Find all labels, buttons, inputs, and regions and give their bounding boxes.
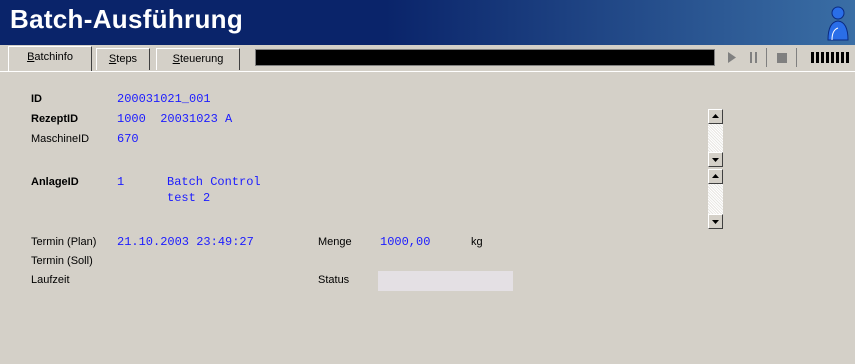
arrow-up-icon: [712, 174, 719, 178]
id-label: ID: [31, 93, 42, 105]
scroll-down-button[interactable]: [708, 152, 723, 167]
progress-bar: [255, 49, 715, 66]
tab-steps[interactable]: Steps: [96, 48, 150, 70]
maschine-id-label: MaschineID: [31, 133, 90, 145]
playback-controls: [718, 48, 855, 67]
status-field: [378, 271, 513, 291]
maschine-id-value: 670: [117, 132, 139, 146]
scroll-track[interactable]: [708, 184, 723, 214]
tab-steps-label: teps: [116, 53, 138, 65]
status-label: Status: [318, 274, 350, 286]
user-icon[interactable]: [823, 4, 853, 42]
title-bar: Batch-Ausführung: [0, 0, 855, 45]
tab-steuerung-label: teuerung: [179, 53, 224, 65]
scroll-up-button[interactable]: [708, 169, 723, 184]
arrow-down-icon: [712, 220, 719, 224]
menge-label: Menge: [318, 236, 352, 248]
termin-plan-label: Termin (Plan): [31, 236, 97, 248]
id-value: 200031021_001: [117, 92, 211, 106]
scroll-track[interactable]: [708, 124, 723, 152]
termin-plan-value: 21.10.2003 23:49:27: [117, 235, 254, 249]
arrow-up-icon: [712, 114, 719, 118]
scroll-down-button[interactable]: [708, 214, 723, 229]
tab-batchinfo-label: atchinfo: [34, 51, 73, 63]
anlage-id-value: 1: [117, 175, 125, 189]
rezept-id-label: RezeptID: [31, 113, 79, 125]
anlage-name-line1: Batch Control: [167, 175, 261, 189]
play-icon[interactable]: [724, 48, 740, 67]
menge-unit: kg: [471, 236, 483, 248]
scroll-up-button[interactable]: [708, 109, 723, 124]
tab-steuerung[interactable]: Steuerung: [156, 48, 240, 70]
arrow-down-icon: [712, 158, 719, 162]
bars-icon[interactable]: [811, 48, 853, 67]
stop-icon[interactable]: [774, 48, 790, 67]
controls-divider: [796, 48, 797, 67]
menge-value: 1000,00: [380, 235, 431, 249]
laufzeit-label: Laufzeit: [31, 274, 70, 286]
tab-batchinfo[interactable]: Batchinfo: [8, 46, 92, 71]
tab-steuerung-mnemonic: S: [172, 53, 180, 65]
anlage-name-line2: test 2: [167, 191, 211, 205]
window-title: Batch-Ausführung: [10, 4, 243, 34]
anlage-id-label: AnlageID: [31, 176, 79, 188]
pause-icon[interactable]: [746, 48, 762, 67]
rezept-id-value: 1000 20031023 A: [117, 112, 233, 126]
termin-soll-label: Termin (Soll): [31, 255, 93, 267]
controls-divider: [766, 48, 767, 67]
